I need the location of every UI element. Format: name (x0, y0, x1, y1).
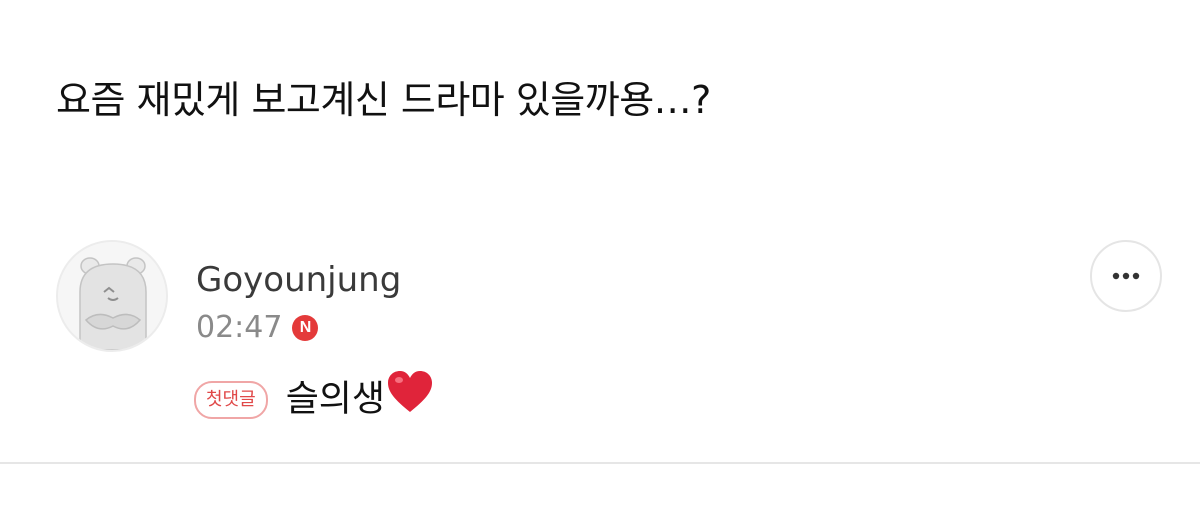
comment-text: 슬의생 (285, 378, 386, 419)
comment-divider (0, 462, 1200, 464)
first-comment-badge: 첫댓글 (194, 381, 268, 419)
hamster-avatar-icon[interactable] (56, 240, 168, 352)
comment-item: Goyounjung 02:47 N 첫댓글 슬의생 (56, 240, 1166, 440)
comment-meta: 02:47 N (196, 308, 319, 348)
comment-author[interactable]: Goyounjung (196, 258, 401, 302)
new-badge: N (292, 315, 319, 341)
comment-time: 02:47 (196, 310, 283, 345)
more-dots-icon (1112, 272, 1140, 280)
comment-text-wrapper: 슬의생 (286, 370, 433, 431)
post-page: 요즘 재밌게 보고계신 드라마 있을까용…? Goyounjung 02:47 … (0, 0, 1200, 515)
heart-icon (387, 370, 433, 431)
comment-body: 첫댓글 슬의생 (194, 370, 433, 431)
post-title: 요즘 재밌게 보고계신 드라마 있을까용…? (56, 78, 711, 122)
more-options-button[interactable] (1090, 240, 1162, 312)
